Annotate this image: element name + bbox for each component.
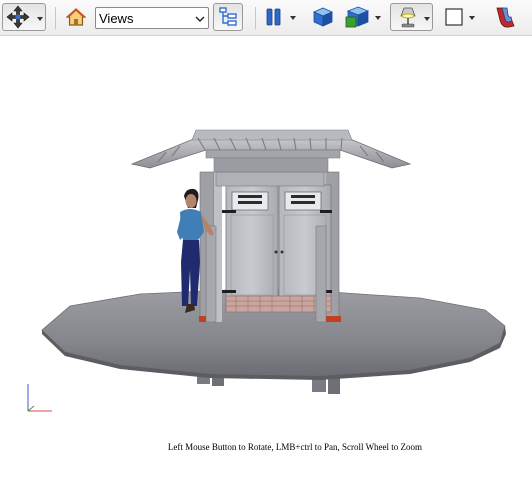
views-select[interactable]: Views: [95, 7, 209, 29]
pause-button[interactable]: [262, 3, 300, 31]
separator: [255, 7, 256, 29]
pause-icon: [266, 8, 281, 26]
chevron-down-icon: [195, 16, 205, 22]
home-button[interactable]: [63, 3, 89, 31]
light-dropdown-arrow[interactable]: [424, 17, 430, 21]
color-cube-button[interactable]: [344, 3, 384, 31]
magnet-icon: [496, 7, 515, 28]
light-button[interactable]: [390, 3, 433, 31]
four-arrows-icon: [6, 5, 30, 29]
square-outline-icon: [445, 8, 463, 26]
background-button[interactable]: [440, 3, 480, 31]
shading-box-button[interactable]: [309, 3, 337, 31]
gate-structure: [199, 171, 341, 323]
desk-lamp-icon: [400, 7, 416, 28]
3d-viewport[interactable]: [0, 37, 532, 473]
axis-triad: [27, 384, 52, 412]
background-dropdown-arrow[interactable]: [469, 16, 475, 20]
navigation-hint: Left Mouse Button to Rotate, LMB+ctrl to…: [167, 442, 423, 452]
toolbar: Views: [0, 0, 532, 36]
gate-roof: [130, 129, 412, 173]
navigate-dropdown-arrow[interactable]: [37, 17, 43, 21]
home-icon: [66, 8, 86, 26]
color-cube-icon: [345, 6, 370, 28]
views-select-value: Views: [99, 11, 134, 26]
tree-view-icon: [219, 7, 237, 26]
tree-view-button[interactable]: [213, 3, 243, 31]
cube-icon: [313, 7, 333, 27]
color-cube-dropdown-arrow[interactable]: [375, 16, 381, 20]
pause-dropdown-arrow[interactable]: [290, 16, 296, 20]
separator: [55, 7, 56, 29]
scene-canvas[interactable]: [0, 37, 532, 473]
snap-magnet-button[interactable]: [490, 3, 520, 31]
navigate-button[interactable]: [2, 3, 46, 31]
